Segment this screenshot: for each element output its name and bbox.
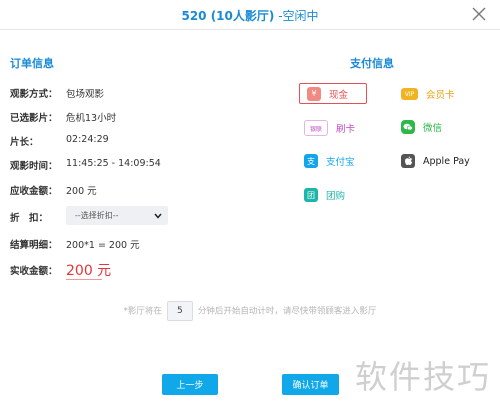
hint-suffix: 分钟后开始自动计时，请尽快带领顾客进入影厅	[197, 306, 377, 317]
settlement-label: 结算明细：	[10, 240, 58, 251]
discount-select[interactable]: --选择折扣--	[66, 206, 168, 225]
pay-wechat[interactable]: 微信	[401, 120, 442, 134]
pay-alipay-label: 支付宝	[326, 157, 355, 168]
vip-card-icon: VIP	[401, 88, 418, 100]
dialog-title: 520 (10人影厅) -空闲中	[0, 7, 500, 24]
pay-card-label: 刷卡	[336, 124, 356, 135]
duration-value: 02:24:29	[66, 134, 109, 145]
order-section-title: 订单信息	[10, 57, 54, 70]
confirm-order-button[interactable]: 确认订单	[282, 374, 339, 395]
cash-icon: ¥	[307, 86, 321, 101]
unionpay-icon: 银联	[304, 120, 328, 136]
header-divider	[0, 29, 500, 30]
pay-group-label: 团购	[326, 191, 346, 202]
wechat-icon	[401, 120, 415, 134]
auto-timer-hint: *影厅将在 5 分钟后开始自动计时，请尽快带领顾客进入影厅	[0, 301, 500, 321]
discount-label: 折 扣：	[10, 213, 49, 224]
mode-label: 观影方式：	[10, 89, 58, 100]
alipay-icon: 支	[304, 154, 318, 168]
pay-cash-label: 现金	[329, 89, 349, 101]
pay-card[interactable]: 银联 刷卡	[304, 120, 355, 136]
film-label: 已选影片：	[10, 113, 58, 124]
showtime-value: 11:45:25 - 14:09:54	[66, 158, 161, 169]
pay-vip[interactable]: VIP 会员卡	[401, 87, 455, 101]
hall-status: -空闲中	[274, 9, 319, 23]
actual-label: 实收金额：	[10, 266, 58, 277]
hint-prefix: *影厅将在	[123, 306, 162, 317]
discount-selected: --选择折扣--	[75, 211, 119, 220]
pay-vip-label: 会员卡	[426, 90, 455, 101]
watermark: 软件技巧	[355, 358, 492, 396]
duration-label: 片长：	[10, 137, 39, 148]
settlement-value: 200*1 = 200 元	[66, 240, 140, 251]
pay-apple[interactable]: Apple Pay	[401, 154, 470, 168]
receivable-label: 应收金额：	[10, 186, 58, 197]
pay-alipay[interactable]: 支 支付宝	[304, 154, 355, 168]
prev-step-button[interactable]: 上一步	[162, 374, 218, 395]
pay-group[interactable]: 团 团购	[304, 188, 345, 202]
actual-underline	[66, 279, 102, 280]
hall-name: 520 (10人影厅)	[181, 9, 275, 23]
showtime-label: 观影时间：	[10, 161, 58, 172]
mode-value: 包场观影	[66, 89, 105, 100]
pay-cash[interactable]: ¥ 现金	[299, 83, 367, 104]
group-buy-icon: 团	[304, 188, 318, 202]
film-value: 危机13小时	[66, 113, 117, 124]
close-icon[interactable]	[471, 6, 487, 22]
receivable-value: 200 元	[66, 186, 97, 197]
chevron-down-icon	[154, 213, 162, 219]
dialog-header: 520 (10人影厅) -空闲中	[0, 0, 500, 30]
payment-section-title: 支付信息	[350, 57, 394, 70]
actual-amount: 200 元	[66, 263, 112, 279]
apple-icon	[401, 154, 415, 168]
minutes-box: 5	[166, 301, 193, 321]
pay-wechat-label: 微信	[423, 123, 443, 134]
pay-apple-label: Apple Pay	[423, 155, 470, 167]
